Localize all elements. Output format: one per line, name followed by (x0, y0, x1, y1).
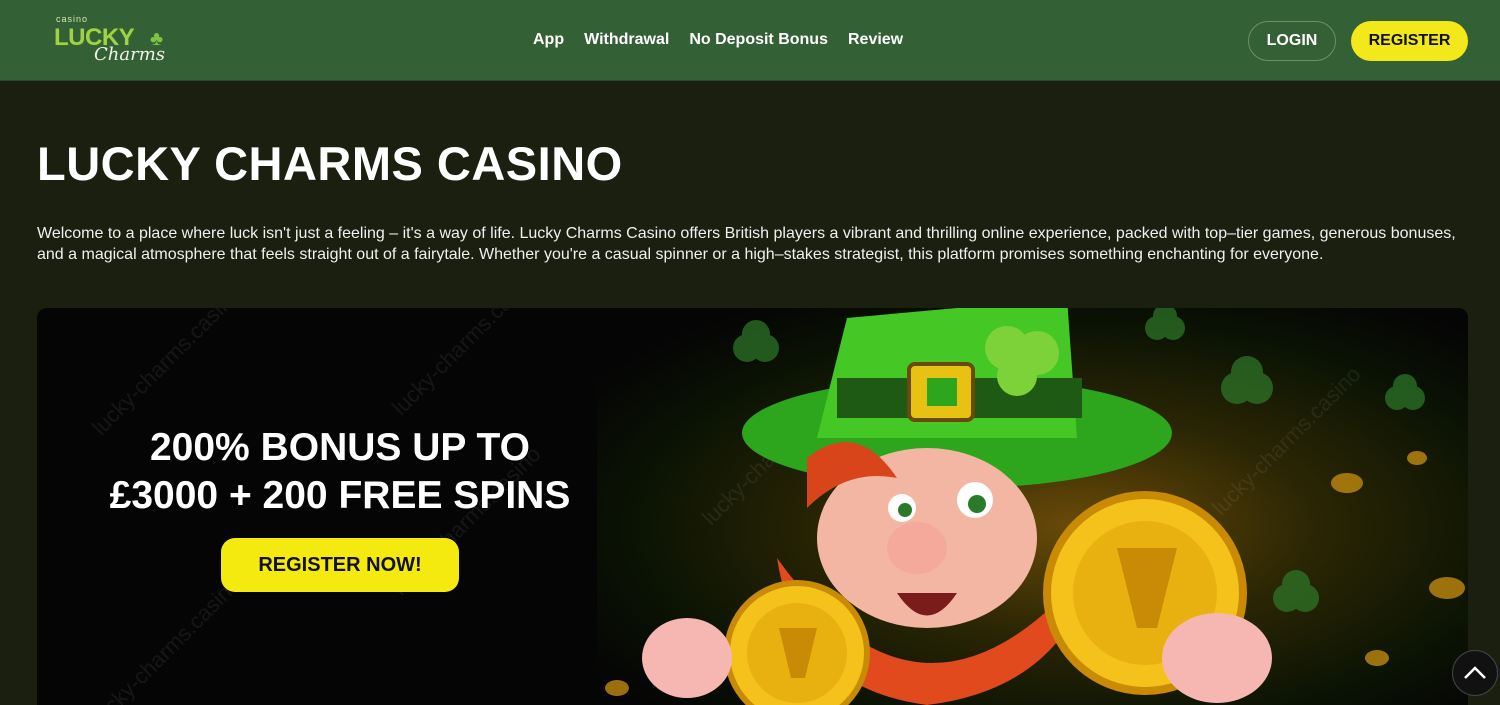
bonus-line-1: 200% BONUS UP TO (149, 426, 531, 469)
register-button[interactable]: REGISTER (1351, 21, 1468, 61)
watermark-text: lucky-charms.casino (386, 308, 546, 420)
page-title: LUCKY CHARMS CASINO (37, 137, 623, 190)
scroll-to-top-button[interactable] (1452, 650, 1498, 696)
site-header: casino LUCKY Charms ♣ App Withdrawal No … (0, 0, 1500, 81)
bonus-line-2: £3000 + 200 FREE SPINS (109, 474, 571, 517)
register-now-button[interactable]: REGISTER NOW! (221, 538, 459, 592)
nav-item-review[interactable]: Review (848, 31, 903, 49)
nav-item-app[interactable]: App (533, 31, 564, 49)
login-button[interactable]: LOGIN (1248, 21, 1336, 61)
intro-paragraph: Welcome to a place where luck isn't just… (37, 225, 1456, 263)
site-logo[interactable]: casino LUCKY Charms ♣ (54, 14, 174, 68)
watermark-text: lucky-charms.casino (86, 571, 246, 705)
clover-icon: ♣ (150, 28, 164, 50)
nav-item-withdrawal[interactable]: Withdrawal (584, 31, 669, 49)
watermark-text: lucky-charms.casino (86, 308, 246, 440)
nav-item-no-deposit-bonus[interactable]: No Deposit Bonus (689, 31, 828, 49)
promo-banner: lucky-charms.casino lucky-charms.casino … (37, 308, 1468, 705)
bonus-headline: 200% BONUS UP TO £3000 + 200 FREE SPINS (37, 424, 643, 520)
leprechaun-illustration (605, 308, 1465, 705)
chevron-up-icon (1464, 666, 1486, 679)
logo-small-text: casino (56, 14, 89, 24)
main-nav: App Withdrawal No Deposit Bonus Review (533, 31, 903, 49)
